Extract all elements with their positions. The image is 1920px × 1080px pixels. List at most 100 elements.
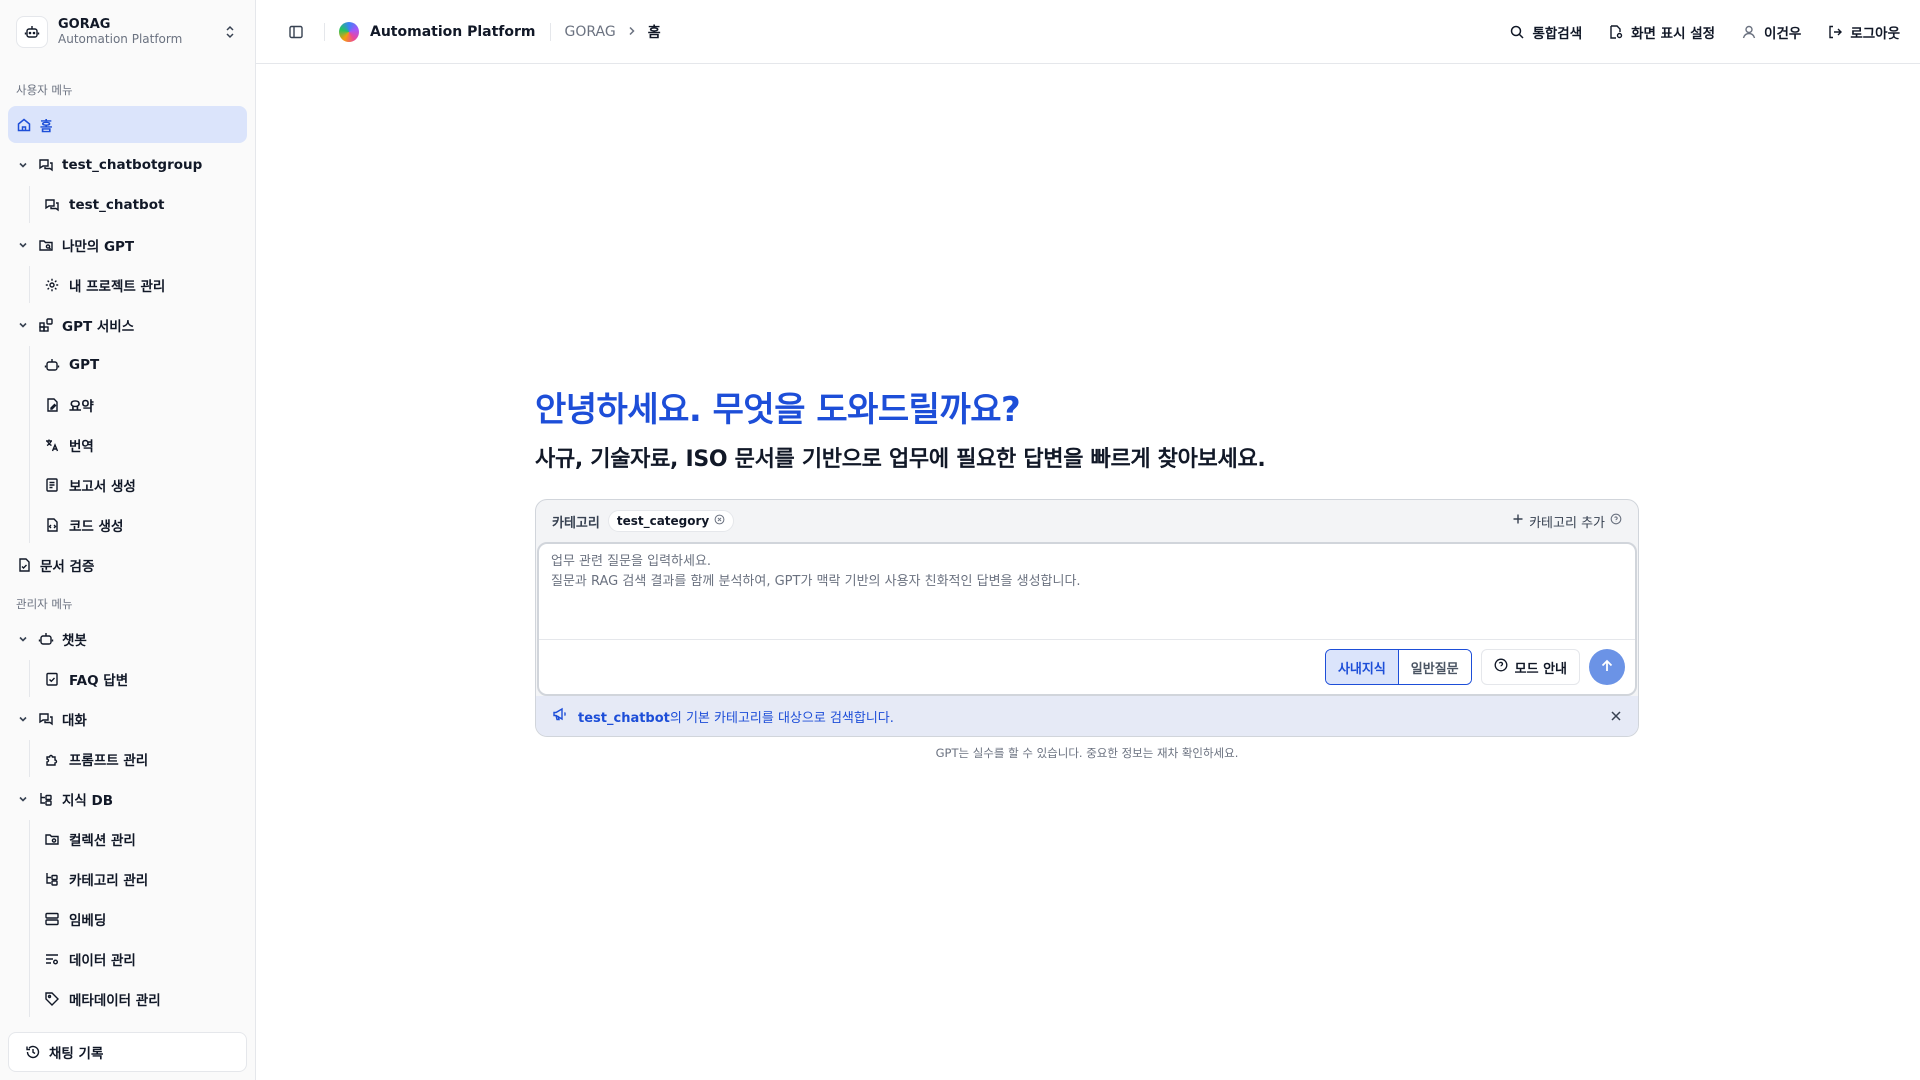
user-menu-button[interactable]: 이건우 [1741,22,1801,42]
sidebar-item-label: 요약 [69,398,94,415]
sidebar-item-label: 카테고리 관리 [69,872,149,889]
category-chip-label: test_category [616,514,710,528]
admin-menu-label: 관리자 메뉴 [16,597,73,611]
sidebar-subgroup: GPT 요약 번역 보고서 생성 코드 생성 [29,346,247,543]
sidebar-item-report[interactable]: 보고서 생성 [38,466,247,503]
sidebar-item-label: 보고서 생성 [69,478,136,495]
document-icon [44,477,60,493]
sidebar-item-data-manage[interactable]: 데이터 관리 [38,940,247,977]
sidebar-item-embedding[interactable]: 임베딩 [38,900,247,937]
logout-button[interactable]: 로그아웃 [1827,22,1900,42]
puzzle-icon [44,751,60,767]
add-category-button[interactable]: 카테고리 추가 [1512,512,1622,531]
user-name: 이건우 [1764,25,1802,42]
workspace-switcher[interactable]: GORAG Automation Platform [0,0,255,64]
chevron-right-icon [628,24,636,40]
breadcrumb-root[interactable]: GORAG [565,24,616,40]
display-settings-label: 화면 표시 설정 [1631,25,1716,42]
sidebar-subgroup: 내 프로젝트 관리 [29,266,247,303]
mode-internal-button[interactable]: 사내지식 [1325,650,1399,684]
sidebar-group-chatbot[interactable]: 챗봇 [8,620,247,657]
disclaimer: GPT는 실수를 할 수 있습니다. 중요한 정보는 재차 확인하세요. [935,746,1239,760]
chat-history-button[interactable]: 채팅 기록 [8,1032,247,1072]
sidebar-item-gpt[interactable]: GPT [38,346,247,383]
folder-search-icon [44,831,60,847]
tag-icon [44,991,60,1007]
sidebar-item-prompt-manage[interactable]: 프롬프트 관리 [38,740,247,777]
help-circle-icon [1494,658,1508,676]
close-icon[interactable] [1610,710,1622,722]
chevron-down-icon [16,240,30,250]
brand-subtitle: Automation Platform [58,31,183,46]
content: 안녕하세요. 무엇을 도와드릴까요? 사규, 기술자료, ISO 문서를 기반으… [256,64,1920,1080]
category-chip[interactable]: test_category [607,510,735,532]
chat-history-label: 채팅 기록 [49,1046,104,1062]
sidebar-item-my-projects[interactable]: 내 프로젝트 관리 [38,266,247,303]
sidebar-subgroup: 프롬프트 관리 [29,740,247,777]
notice-banner: test_chatbot의 기본 카테고리를 대상으로 검색합니다. [536,696,1638,736]
sidebar-group-gpt-service[interactable]: GPT 서비스 [8,306,247,343]
search-button[interactable]: 통합검색 [1509,22,1582,42]
sidebar-item-label: 프롬프트 관리 [69,752,149,769]
sidebar-item-translate[interactable]: 번역 [38,426,247,463]
sidebar-item-label: 나만의 GPT [62,238,135,255]
sidebar-item-collection[interactable]: 컬렉션 관리 [38,820,247,857]
display-settings-button[interactable]: 화면 표시 설정 [1608,22,1715,42]
sidebar-item-test-chatbot[interactable]: test_chatbot [38,186,247,223]
divider [549,22,551,41]
chevron-down-icon [16,320,30,330]
file-edit-icon [44,397,60,413]
sidebar-item-label: FAQ 답변 [69,672,129,689]
sidebar-item-label: 코드 생성 [69,518,124,535]
placeholder-line-1: 업무 관련 질문을 입력하세요. [551,554,712,569]
bot-icon [44,357,60,373]
sidebar-item-doc-verify[interactable]: 문서 검증 [8,546,247,583]
composer-controls: 사내지식 일반질문 모드 안내 [539,640,1635,694]
search-label: 통합검색 [1532,25,1583,42]
sidebar-item-label: GPT [69,356,100,373]
send-button[interactable] [1589,649,1625,685]
sidebar-item-codegen[interactable]: 코드 생성 [38,506,247,543]
home-icon [16,117,32,133]
breadcrumb: GORAG 홈 [565,22,661,42]
sidebar-subgroup: test_chatbot [29,186,247,223]
sidebar-item-label: 챗봇 [62,632,87,649]
sidebar-item-metadata[interactable]: 메타데이터 관리 [38,980,247,1017]
app-logo [339,21,359,42]
sidebar-item-category[interactable]: 카테고리 관리 [38,860,247,897]
sidebar-item-summary[interactable]: 요약 [38,386,247,423]
chat-composer: 카테고리 test_category 카테고리 추가 업무 관련 질문을 입력하… [535,499,1639,737]
divider [324,22,325,41]
sidebar-item-faq[interactable]: FAQ 답변 [38,660,247,697]
hero-subtitle: 사규, 기술자료, ISO 문서를 기반으로 업무에 필요한 답변을 빠르게 찾… [535,447,1266,472]
sidebar-item-home[interactable]: 홈 [8,106,247,143]
sidebar-group-knowledge[interactable]: 지식 DB [8,780,247,817]
sidebar-item-label: 컬렉션 관리 [69,832,136,849]
sidebar-item-label: test_chatbot [69,196,165,213]
app-title: Automation Platform [370,23,536,40]
mode-general-button[interactable]: 일반질문 [1398,650,1471,684]
sidebar-group-mygpt[interactable]: 나만의 GPT [8,226,247,263]
main-area: Automation Platform GORAG 홈 통합검색 화면 표시 설… [256,0,1920,1080]
chevrons-up-down-icon[interactable] [221,23,239,41]
sidebar-group-conversation[interactable]: 대화 [8,700,247,737]
sidebar-toggle-icon[interactable] [282,18,310,46]
sidebar-item-label: GPT 서비스 [62,318,135,335]
close-circle-icon[interactable] [714,514,725,528]
bot-icon [38,631,54,647]
sidebar-group-chatbotgroup[interactable]: test_chatbotgroup [8,146,247,183]
chat-icon [38,157,54,173]
chat-icon [38,711,54,727]
mode-guide-button[interactable]: 모드 안내 [1480,649,1580,685]
sidebar-item-label: 문서 검증 [40,558,95,575]
brand-name: GORAG [58,16,111,32]
mode-toggle: 사내지식 일반질문 [1324,649,1472,685]
sidebar-item-label: 홈 [40,118,53,135]
sidebar-item-label: 대화 [62,712,87,729]
add-category-label: 카테고리 추가 [1529,515,1605,531]
sidebar-item-label: 지식 DB [62,792,114,809]
input-box: 업무 관련 질문을 입력하세요. 질문과 RAG 검색 결과를 함께 분석하여,… [537,542,1637,696]
help-circle-icon[interactable] [1610,513,1622,529]
file-check-icon [16,557,32,573]
question-textarea[interactable]: 업무 관련 질문을 입력하세요. 질문과 RAG 검색 결과를 함께 분석하여,… [539,544,1635,640]
